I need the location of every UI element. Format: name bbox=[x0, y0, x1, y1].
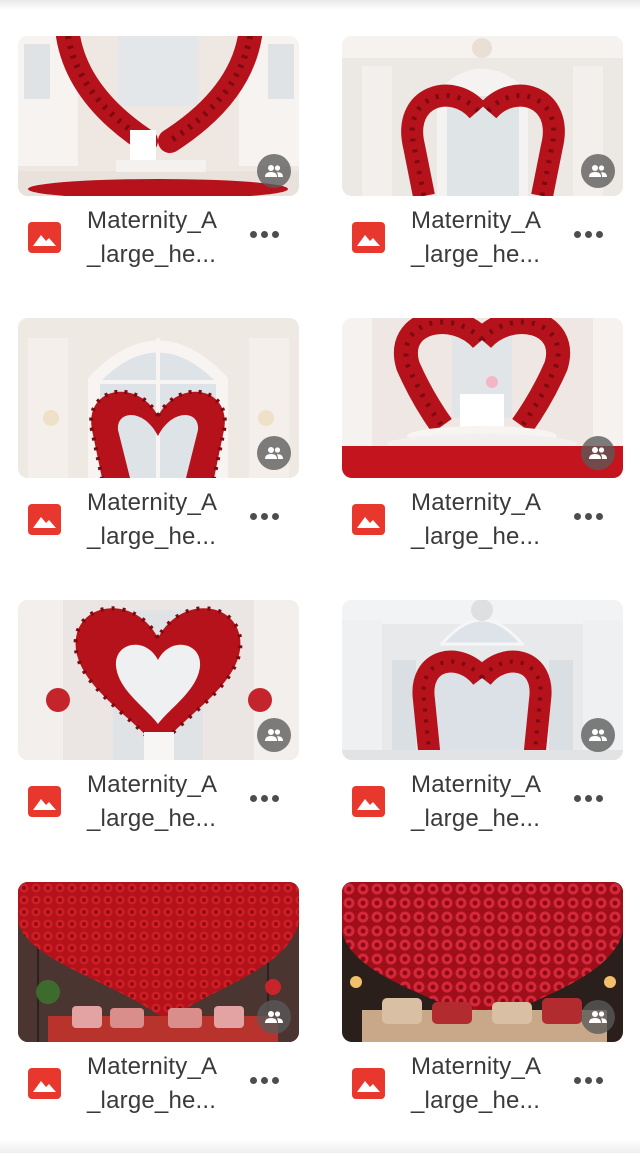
file-grid: Maternity_A _large_he... Maternity_A _la… bbox=[18, 36, 623, 1164]
file-thumbnail[interactable] bbox=[342, 600, 623, 760]
image-file-icon bbox=[352, 504, 385, 535]
file-name[interactable]: Maternity_A _large_he... bbox=[411, 204, 561, 272]
file-card[interactable]: Maternity_A _large_he... bbox=[342, 318, 623, 600]
file-thumbnail[interactable] bbox=[342, 36, 623, 196]
image-file-icon bbox=[28, 1068, 61, 1099]
file-name-line2: _large_he... bbox=[411, 805, 541, 832]
file-name-line2: _large_he... bbox=[411, 241, 541, 268]
file-name-line2: _large_he... bbox=[411, 1087, 541, 1114]
file-card[interactable]: Maternity_A _large_he... bbox=[18, 882, 299, 1164]
more-options-icon[interactable] bbox=[568, 502, 608, 530]
file-meta: Maternity_A _large_he... bbox=[18, 478, 299, 600]
image-file-icon bbox=[352, 222, 385, 253]
file-card[interactable]: Maternity_A _large_he... bbox=[18, 36, 299, 318]
more-options-icon[interactable] bbox=[244, 502, 284, 530]
file-card[interactable]: Maternity_A _large_he... bbox=[342, 882, 623, 1164]
file-name-line2: _large_he... bbox=[87, 1087, 217, 1114]
file-name[interactable]: Maternity_A _large_he... bbox=[87, 768, 237, 836]
image-file-icon bbox=[352, 1068, 385, 1099]
image-file-icon bbox=[28, 504, 61, 535]
file-thumbnail[interactable] bbox=[342, 882, 623, 1042]
file-thumbnail[interactable] bbox=[18, 318, 299, 478]
file-name-line1: Maternity_A bbox=[87, 207, 218, 234]
more-options-icon[interactable] bbox=[244, 784, 284, 812]
file-name-line1: Maternity_A bbox=[87, 489, 218, 516]
more-options-icon[interactable] bbox=[244, 1066, 284, 1094]
more-options-icon[interactable] bbox=[568, 784, 608, 812]
image-file-icon bbox=[28, 222, 61, 253]
file-name-line2: _large_he... bbox=[87, 523, 217, 550]
file-name-line1: Maternity_A bbox=[87, 1053, 218, 1080]
shared-people-icon bbox=[257, 154, 291, 188]
file-meta: Maternity_A _large_he... bbox=[342, 760, 623, 882]
file-thumbnail[interactable] bbox=[18, 36, 299, 196]
file-meta: Maternity_A _large_he... bbox=[342, 196, 623, 318]
file-name[interactable]: Maternity_A _large_he... bbox=[411, 768, 561, 836]
file-name-line2: _large_he... bbox=[411, 523, 541, 550]
file-meta: Maternity_A _large_he... bbox=[342, 478, 623, 600]
file-name-line1: Maternity_A bbox=[87, 771, 218, 798]
file-name-line1: Maternity_A bbox=[411, 1053, 542, 1080]
file-card[interactable]: Maternity_A _large_he... bbox=[342, 600, 623, 882]
file-name-line1: Maternity_A bbox=[411, 771, 542, 798]
file-name[interactable]: Maternity_A _large_he... bbox=[87, 204, 237, 272]
image-file-icon bbox=[28, 786, 61, 817]
shared-people-icon bbox=[581, 436, 615, 470]
file-card[interactable]: Maternity_A _large_he... bbox=[18, 600, 299, 882]
file-name[interactable]: Maternity_A _large_he... bbox=[411, 486, 561, 554]
bottom-edge bbox=[0, 1139, 640, 1153]
image-file-icon bbox=[352, 786, 385, 817]
file-name[interactable]: Maternity_A _large_he... bbox=[87, 1050, 237, 1118]
shared-people-icon bbox=[581, 1000, 615, 1034]
file-name-line1: Maternity_A bbox=[411, 207, 542, 234]
shared-people-icon bbox=[581, 154, 615, 188]
status-bar-shadow bbox=[0, 0, 640, 10]
shared-people-icon bbox=[257, 436, 291, 470]
shared-people-icon bbox=[257, 1000, 291, 1034]
file-meta: Maternity_A _large_he... bbox=[18, 760, 299, 882]
shared-people-icon bbox=[581, 718, 615, 752]
more-options-icon[interactable] bbox=[244, 220, 284, 248]
file-card[interactable]: Maternity_A _large_he... bbox=[342, 36, 623, 318]
file-name-line2: _large_he... bbox=[87, 805, 217, 832]
file-thumbnail[interactable] bbox=[18, 882, 299, 1042]
file-meta: Maternity_A _large_he... bbox=[18, 196, 299, 318]
file-name[interactable]: Maternity_A _large_he... bbox=[87, 486, 237, 554]
more-options-icon[interactable] bbox=[568, 1066, 608, 1094]
file-card[interactable]: Maternity_A _large_he... bbox=[18, 318, 299, 600]
file-thumbnail[interactable] bbox=[342, 318, 623, 478]
file-name-line2: _large_he... bbox=[87, 241, 217, 268]
more-options-icon[interactable] bbox=[568, 220, 608, 248]
file-thumbnail[interactable] bbox=[18, 600, 299, 760]
file-name[interactable]: Maternity_A _large_he... bbox=[411, 1050, 561, 1118]
file-name-line1: Maternity_A bbox=[411, 489, 542, 516]
shared-people-icon bbox=[257, 718, 291, 752]
